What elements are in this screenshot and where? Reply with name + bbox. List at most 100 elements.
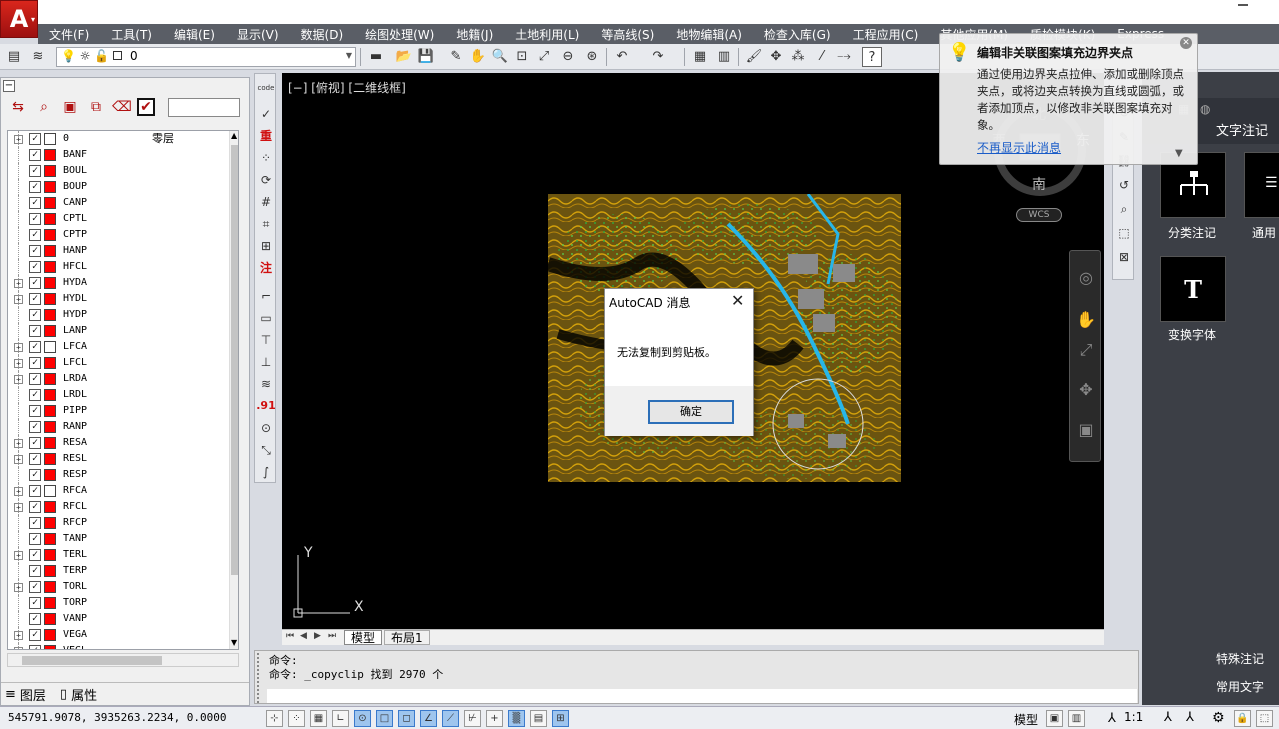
layer-visibility-checkbox[interactable]: ✓ <box>29 597 41 609</box>
layer-row[interactable]: + ✓ RESL <box>8 451 228 467</box>
trim-icon[interactable]: ⁄ <box>812 47 832 67</box>
grid-zoom-icon[interactable]: ⌗ <box>256 214 276 234</box>
expand-icon[interactable]: + <box>14 455 23 464</box>
layer-color-swatch[interactable] <box>44 309 56 321</box>
layer-row[interactable]: ✓ LANP <box>8 323 228 339</box>
expand-icon[interactable]: + <box>14 439 23 448</box>
zoom-previous-icon[interactable]: ⊖ <box>558 47 578 67</box>
brush-icon[interactable]: 🖌 <box>744 47 764 67</box>
layer-row[interactable]: + ✓ HYDL <box>8 291 228 307</box>
layer-visibility-checkbox[interactable]: ✓ <box>29 149 41 161</box>
layer-visibility-checkbox[interactable]: ✓ <box>29 181 41 193</box>
layer-visibility-checkbox[interactable]: ✓ <box>29 229 41 241</box>
layer-visibility-checkbox[interactable]: ✓ <box>29 213 41 225</box>
gear-icon[interactable]: ⚙ <box>1212 710 1225 726</box>
layer-color-swatch[interactable] <box>44 213 56 225</box>
curve-edit-icon[interactable]: ↺ <box>1114 175 1134 195</box>
circle-point-icon[interactable]: ⊙ <box>256 418 276 438</box>
layer-color-swatch[interactable] <box>44 613 56 625</box>
menu-item[interactable]: 工程应用(C) <box>842 26 930 43</box>
expand-icon[interactable]: + <box>14 631 23 640</box>
scrollbar-thumb[interactable] <box>22 656 162 665</box>
dyn-icon[interactable]: ⊬ <box>464 710 481 727</box>
next-tab-icon[interactable]: ▶ <box>314 631 324 643</box>
layer-color-swatch[interactable] <box>44 469 56 481</box>
first-tab-icon[interactable]: ⏮ <box>286 631 296 643</box>
zoom-window-icon[interactable]: ⊡ <box>512 47 532 67</box>
layer-row[interactable]: ✓ RANP <box>8 419 228 435</box>
layer-visibility-checkbox[interactable]: ✓ <box>29 517 41 529</box>
layer-color-swatch[interactable] <box>44 181 56 193</box>
checkbox-icon[interactable]: ✔ <box>137 98 155 116</box>
auto-scale-icon[interactable]: ⅄ <box>1186 710 1194 725</box>
layer-color-swatch[interactable] <box>44 501 56 513</box>
grid-icon[interactable]: ▦ <box>310 710 327 727</box>
expand-icon[interactable]: + <box>14 359 23 368</box>
code-search-icon[interactable]: code <box>256 78 276 98</box>
layer-color-swatch[interactable] <box>44 373 56 385</box>
osnap-icon[interactable]: □ <box>376 710 393 727</box>
layer-row[interactable]: + ✓ TORL <box>8 579 228 595</box>
expand-icon[interactable]: + <box>14 279 23 288</box>
layer-color-swatch[interactable] <box>44 197 56 209</box>
layer-visibility-checkbox[interactable]: ✓ <box>29 261 41 273</box>
lock-ui-icon[interactable]: 🔒 <box>1234 710 1251 727</box>
close-icon[interactable]: ✕ <box>731 291 744 310</box>
layer-visibility-checkbox[interactable]: ✓ <box>29 293 41 305</box>
menu-item[interactable]: 编辑(E) <box>163 26 226 43</box>
layer-color-swatch[interactable] <box>44 581 56 593</box>
layer-row[interactable]: ✓ TANP <box>8 531 228 547</box>
snap-mode-icon[interactable]: ⊹ <box>266 710 283 727</box>
expand-icon[interactable]: + <box>14 647 23 649</box>
quick-view-drawings-icon[interactable]: ▥ <box>1068 710 1085 727</box>
prev-tab-icon[interactable]: ◀ <box>300 631 310 643</box>
layer-color-swatch[interactable] <box>44 421 56 433</box>
menu-item[interactable]: 地物编辑(A) <box>665 26 753 43</box>
layer-row[interactable]: + ✓ HYDA <box>8 275 228 291</box>
layer-row[interactable]: + ✓ LRDA <box>8 371 228 387</box>
orbit-icon[interactable]: ✥ <box>1075 379 1097 401</box>
menu-item[interactable]: 绘图处理(W) <box>354 26 445 43</box>
layer-filter-icon[interactable]: ⇆ <box>7 96 29 118</box>
expand-icon[interactable]: + <box>14 135 23 144</box>
minimize-icon[interactable] <box>1238 4 1248 6</box>
layer-color-swatch[interactable] <box>44 485 56 497</box>
general-card[interactable]: ☰ <box>1244 152 1279 218</box>
menu-item[interactable]: 检查入库(G) <box>753 26 842 43</box>
layer-color-swatch[interactable] <box>44 549 56 561</box>
command-input[interactable] <box>267 689 1137 703</box>
menu-item[interactable]: 数据(D) <box>290 26 355 43</box>
layer-visibility-checkbox[interactable]: ✓ <box>29 453 41 465</box>
layer-row[interactable]: ✓ BOUP <box>8 179 228 195</box>
quick-props-icon[interactable]: ▤ <box>530 710 547 727</box>
layer-row[interactable]: ✓ CPTL <box>8 211 228 227</box>
help-icon[interactable]: ? <box>862 47 882 67</box>
layer-row[interactable]: ✓ CANP <box>8 195 228 211</box>
grid-dots-icon[interactable]: ⁘ <box>288 710 305 727</box>
elevation-icon[interactable]: .91 <box>256 396 276 416</box>
layer-row[interactable]: ✓ HYDP <box>8 307 228 323</box>
pan-hand-icon[interactable]: ✋ <box>468 47 488 67</box>
pencil-icon[interactable]: ✎ <box>446 47 466 67</box>
layer-color-swatch[interactable] <box>44 437 56 449</box>
palette-title[interactable]: 文字注记 <box>1216 120 1268 139</box>
layer-row[interactable]: + ✓ RFCA <box>8 483 228 499</box>
showmotion-icon[interactable]: ▣ <box>1075 419 1097 441</box>
layer-manager-icon[interactable]: ▤ <box>4 47 24 67</box>
vertical-scrollbar[interactable]: ▲ ▼ <box>229 131 238 649</box>
layer-state-icon[interactable]: ≋ <box>28 47 48 67</box>
layer-color-swatch[interactable] <box>44 325 56 337</box>
layer-row[interactable]: + ✓ LFCL <box>8 355 228 371</box>
ducs-icon[interactable]: ⟋ <box>442 710 459 727</box>
layer-color-swatch[interactable] <box>44 629 56 641</box>
layer-visibility-checkbox[interactable]: ✓ <box>29 325 41 337</box>
expand-icon[interactable]: + <box>14 503 23 512</box>
layer-visibility-checkbox[interactable]: ✓ <box>29 645 41 649</box>
snap-icon[interactable]: ⁂ <box>788 47 808 67</box>
layer-row[interactable]: ✓ TERP <box>8 563 228 579</box>
check-icon[interactable]: ✓ <box>256 104 276 124</box>
refresh-zoom-icon[interactable]: ⟳ <box>256 170 276 190</box>
layer-visibility-checkbox[interactable]: ✓ <box>29 469 41 481</box>
expand-icon[interactable]: + <box>14 487 23 496</box>
layer-visibility-checkbox[interactable]: ✓ <box>29 533 41 545</box>
